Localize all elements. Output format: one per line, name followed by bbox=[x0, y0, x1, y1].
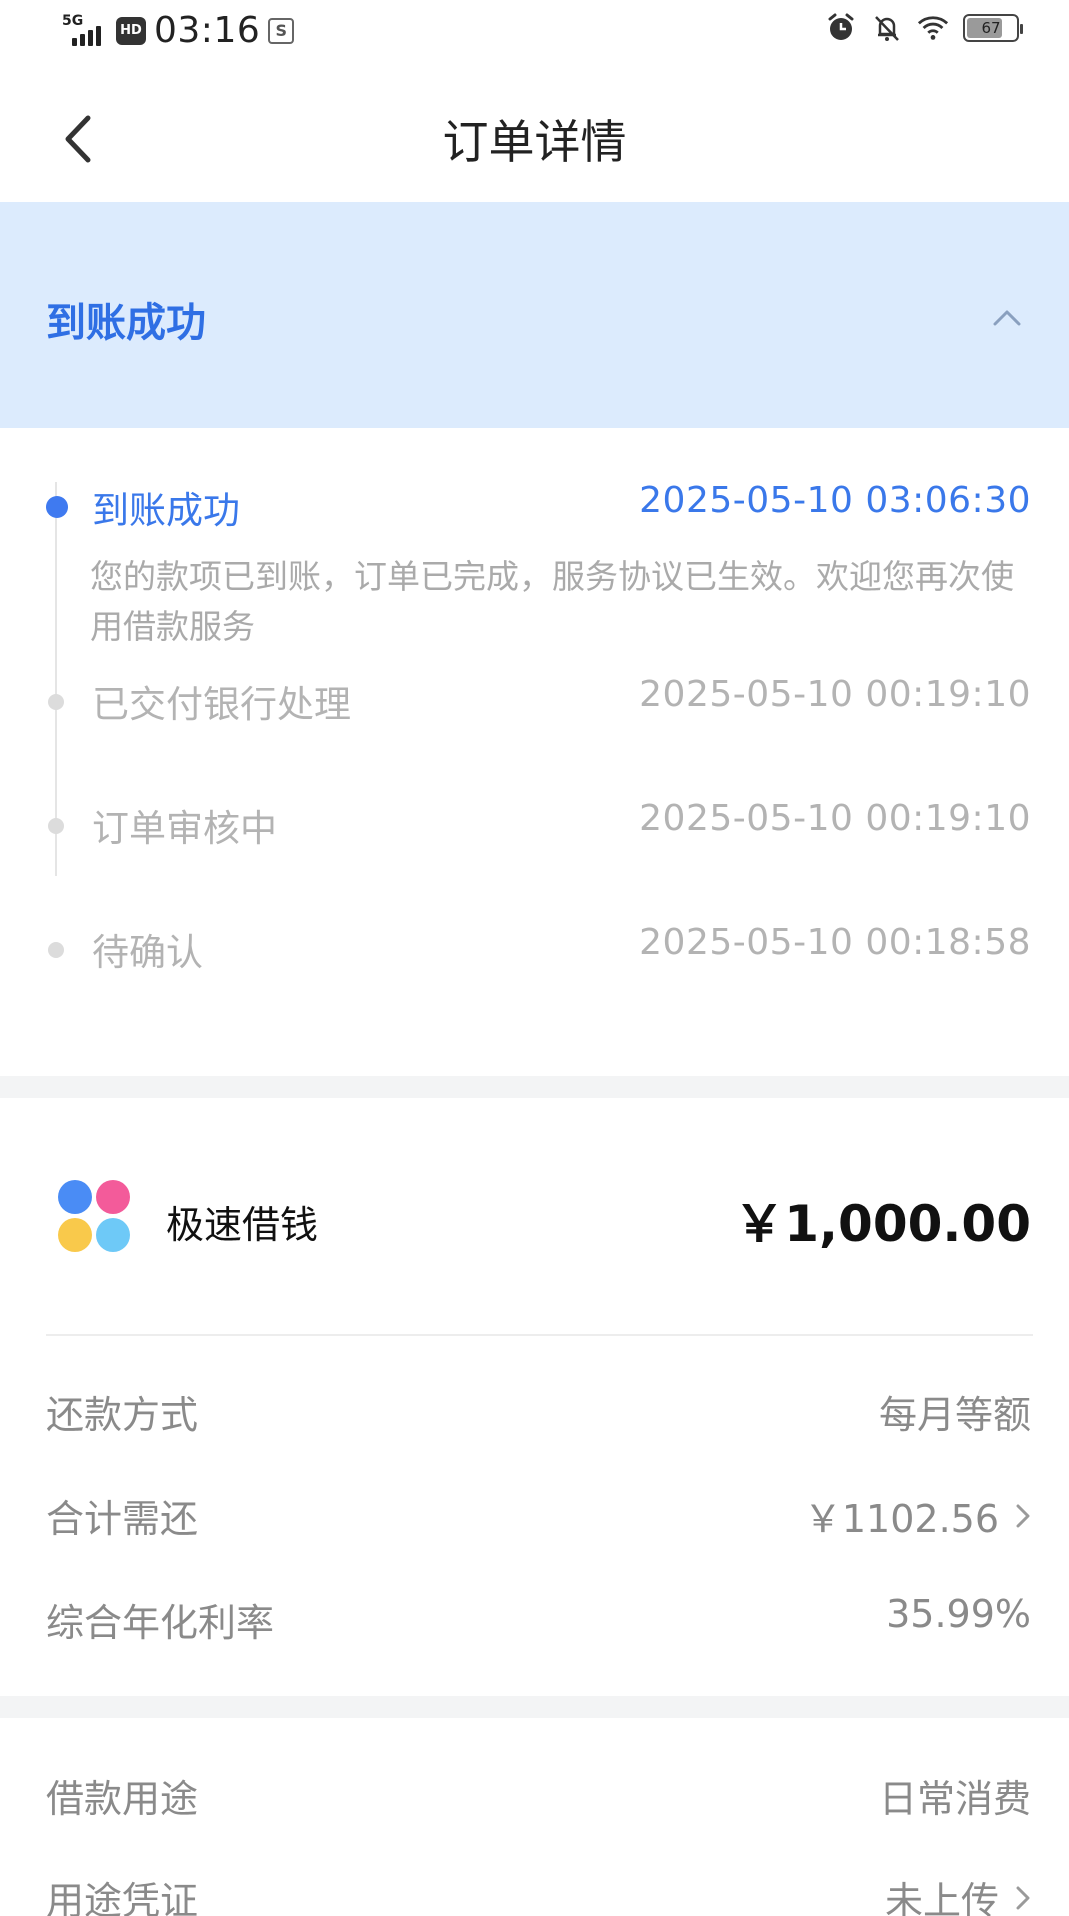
timeline-item-time: 2025-05-10 00:19:10 bbox=[639, 674, 1031, 715]
product-name: 极速借钱 bbox=[166, 1203, 319, 1247]
status-time: 03:16 bbox=[154, 10, 261, 51]
battery-level: 67 bbox=[981, 19, 1001, 37]
row-label: 借款用途 bbox=[46, 1777, 199, 1821]
row-value: 35.99% bbox=[886, 1592, 1031, 1636]
status-bar-left: 5G HD 03:16 S bbox=[62, 10, 295, 51]
timeline-dot bbox=[48, 694, 64, 710]
timeline-item-time: 2025-05-10 03:06:30 bbox=[639, 480, 1031, 521]
loan-amount: ￥1,000.00 bbox=[734, 1195, 1031, 1253]
timeline-item-label: 到账成功 bbox=[92, 489, 240, 532]
wifi-icon bbox=[917, 12, 949, 44]
nav-bar: 订单详情 bbox=[0, 60, 1069, 202]
timeline-item-received: 到账成功 2025-05-10 03:06:30 您的款项已到账，订单已完成，服… bbox=[0, 454, 1069, 646]
annual-rate-row: 综合年化利率 35.99% bbox=[0, 1578, 1069, 1658]
row-value: 未上传 bbox=[884, 1879, 999, 1916]
bell-muted-icon bbox=[871, 12, 903, 44]
status-bar: 5G HD 03:16 S 67 bbox=[0, 0, 1069, 60]
timeline-item-label: 订单审核中 bbox=[92, 807, 277, 850]
product-card: 极速借钱 ￥1,000.00 bbox=[0, 1098, 1069, 1334]
page-title: 订单详情 bbox=[442, 115, 627, 169]
section-separator bbox=[0, 1076, 1069, 1098]
row-label: 合计需还 bbox=[46, 1497, 199, 1541]
repayment-method-row: 还款方式 每月等额 bbox=[0, 1370, 1069, 1450]
loan-purpose-row: 借款用途 日常消费 bbox=[0, 1754, 1069, 1834]
chevron-right-icon bbox=[1016, 1886, 1030, 1909]
cellular-signal-icon: 5G bbox=[62, 14, 108, 48]
hd-badge: HD bbox=[116, 16, 146, 45]
section-separator bbox=[0, 1696, 1069, 1718]
product-logo-icon bbox=[58, 1180, 132, 1254]
divider bbox=[46, 1334, 1033, 1336]
timeline-dot-active bbox=[46, 496, 68, 518]
purpose-proof-row[interactable]: 用途凭证 未上传 bbox=[0, 1856, 1069, 1916]
chevron-up-icon bbox=[993, 310, 1021, 326]
row-value: 日常消费 bbox=[878, 1777, 1031, 1821]
alarm-icon bbox=[825, 12, 857, 44]
chevron-right-icon bbox=[1016, 1504, 1030, 1527]
upload-proof-link[interactable]: 未上传 bbox=[885, 1870, 1035, 1916]
order-status-title: 到账成功 bbox=[46, 300, 206, 346]
row-label: 还款方式 bbox=[46, 1393, 199, 1437]
status-bar-right: 67 bbox=[825, 12, 1023, 44]
timeline-item-review: 订单审核中 2025-05-10 00:19:10 bbox=[0, 782, 1069, 872]
timeline-item-description: 您的款项已到账，订单已完成，服务协议已生效。欢迎您再次使用借款服务 bbox=[90, 557, 1014, 646]
order-timeline: 到账成功 2025-05-10 03:06:30 您的款项已到账，订单已完成，服… bbox=[0, 428, 1069, 1076]
row-label: 用途凭证 bbox=[46, 1879, 199, 1916]
timeline-dot bbox=[48, 942, 64, 958]
order-status-banner: 到账成功 bbox=[0, 202, 1069, 428]
timeline-item-label: 待确认 bbox=[92, 931, 203, 974]
s-notification-icon: S bbox=[268, 17, 295, 44]
collapse-toggle-button[interactable] bbox=[985, 296, 1029, 340]
timeline-item-pending: 待确认 2025-05-10 00:18:58 bbox=[0, 906, 1069, 996]
total-repayment-row[interactable]: 合计需还 ￥1102.56 bbox=[0, 1474, 1069, 1554]
row-value: 每月等额 bbox=[878, 1393, 1031, 1437]
timeline-item-time: 2025-05-10 00:18:58 bbox=[639, 922, 1031, 963]
timeline-item-time: 2025-05-10 00:19:10 bbox=[639, 798, 1031, 839]
timeline-item-bank: 已交付银行处理 2025-05-10 00:19:10 bbox=[0, 658, 1069, 748]
row-label: 综合年化利率 bbox=[46, 1601, 275, 1645]
battery-icon: 67 bbox=[963, 14, 1023, 42]
total-repayment-link[interactable]: ￥1102.56 bbox=[804, 1488, 1035, 1543]
row-value: ￥1102.56 bbox=[803, 1497, 999, 1541]
timeline-dot bbox=[48, 818, 64, 834]
timeline-item-label: 已交付银行处理 bbox=[92, 683, 351, 726]
